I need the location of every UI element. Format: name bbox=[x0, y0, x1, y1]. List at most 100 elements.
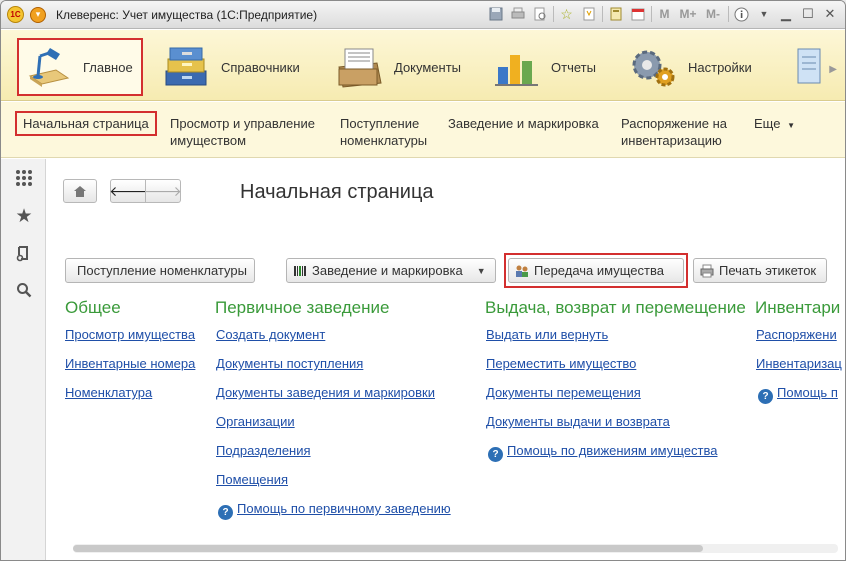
print-icon[interactable] bbox=[509, 6, 526, 23]
window-title: Клеверенс: Учет имущества (1С:Предприяти… bbox=[56, 7, 318, 22]
help-link-label: Помощь п bbox=[777, 385, 838, 400]
link-movement-documents[interactable]: Документы перемещения bbox=[486, 385, 641, 400]
tools-panel: ★ bbox=[1, 159, 46, 560]
link-issue-or-return[interactable]: Выдать или вернуть bbox=[486, 327, 608, 342]
favorites-star-icon[interactable]: ★ bbox=[13, 205, 35, 227]
favorite-icon[interactable]: ☆ bbox=[558, 6, 575, 23]
registration-marking-button[interactable]: Заведение и маркировка ▼ bbox=[286, 258, 496, 283]
button-label: Поступление номенклатуры bbox=[77, 263, 247, 278]
command-home-page[interactable]: Начальная страница bbox=[15, 111, 157, 136]
arrow-left-icon: 🡐 bbox=[109, 182, 147, 199]
arrow-right-icon: 🡒 bbox=[144, 182, 182, 199]
command-view-manage-property[interactable]: Просмотр и управление имуществом bbox=[170, 115, 315, 149]
folders-icon bbox=[161, 43, 213, 91]
section-documents[interactable]: Документы bbox=[334, 38, 461, 96]
link-organizations[interactable]: Организации bbox=[216, 414, 295, 429]
memory-plus-button[interactable]: M+ bbox=[678, 6, 698, 23]
button-label: Заведение и маркировка bbox=[312, 263, 463, 278]
help-property-movements[interactable]: ? Помощь по движениям имущества bbox=[488, 443, 717, 462]
command-nomenclature-receipt[interactable]: Поступление номенклатуры bbox=[340, 115, 427, 149]
history-icon[interactable] bbox=[13, 242, 35, 264]
help-icon: ? bbox=[488, 447, 503, 462]
link-inventory-numbers[interactable]: Инвентарные номера bbox=[65, 356, 195, 371]
memory-button[interactable]: M bbox=[656, 6, 673, 23]
link-create-document[interactable]: Создать документ bbox=[216, 327, 325, 342]
link-view-property[interactable]: Просмотр имущества bbox=[65, 327, 195, 342]
section-label: Настройки bbox=[688, 59, 752, 75]
group-title-primary-registration: Первичное заведение bbox=[215, 298, 390, 317]
section-label: Отчеты bbox=[551, 59, 596, 75]
maximize-button[interactable]: ☐ bbox=[799, 5, 817, 23]
command-inventory-order[interactable]: Распоряжение на инвентаризацию bbox=[621, 115, 727, 149]
memory-minus-button[interactable]: M- bbox=[703, 6, 723, 23]
home-icon bbox=[74, 185, 86, 197]
command-more-label: Еще bbox=[754, 116, 781, 131]
scrollbar-thumb[interactable] bbox=[73, 545, 703, 552]
all-functions-icon[interactable] bbox=[13, 167, 35, 189]
group-title-issue-return-move: Выдача, возврат и перемещение bbox=[485, 298, 746, 317]
page-title: Начальная страница bbox=[240, 181, 434, 203]
app-window: 1С ▾ Клеверенс: Учет имущества (1С:Предп… bbox=[0, 0, 846, 561]
section-label: Главное bbox=[83, 59, 133, 75]
main-menu-button[interactable]: ▾ bbox=[30, 6, 46, 23]
help-primary-registration[interactable]: ? Помощь по первичному заведению bbox=[218, 501, 451, 520]
command-more[interactable]: Еще ▼ bbox=[754, 115, 795, 134]
link-inventory[interactable]: Инвентаризац bbox=[756, 356, 842, 371]
link-departments[interactable]: Подразделения bbox=[216, 443, 311, 458]
help-icon: ? bbox=[758, 389, 773, 404]
section-settings[interactable]: Настройки bbox=[628, 38, 752, 96]
commands-bar: Начальная страница Просмотр и управление… bbox=[1, 102, 845, 158]
document-scroll-icon bbox=[791, 43, 827, 91]
sections-panel: Главное Справочники Документы Отчеты Нас… bbox=[1, 30, 845, 101]
bookmark-icon[interactable] bbox=[580, 6, 597, 23]
title-bar: 1С ▾ Клеверенс: Учет имущества (1С:Предп… bbox=[1, 1, 845, 29]
help-inventory[interactable]: ? Помощь п bbox=[758, 385, 838, 404]
link-receipt-documents[interactable]: Документы поступления bbox=[216, 356, 363, 371]
section-label: Документы bbox=[394, 59, 462, 75]
close-button[interactable]: ✕ bbox=[821, 5, 839, 23]
users-transfer-icon bbox=[516, 265, 528, 277]
print-labels-button[interactable]: Печать этикеток bbox=[693, 258, 827, 283]
section-reports[interactable]: Отчеты bbox=[491, 38, 596, 96]
link-registration-documents[interactable]: Документы заведения и маркировки bbox=[216, 385, 435, 400]
gears-icon bbox=[628, 43, 680, 91]
link-issue-return-documents[interactable]: Документы выдачи и возврата bbox=[486, 414, 670, 429]
forward-button[interactable]: 🡒 bbox=[144, 179, 182, 203]
main-content: 🡐 🡒 Начальная страница Поступление номен… bbox=[47, 159, 845, 560]
transfer-property-button[interactable]: Передача имущества bbox=[508, 258, 684, 283]
link-move-property[interactable]: Переместить имущество bbox=[486, 356, 636, 371]
chevron-down-icon: ▼ bbox=[476, 265, 486, 276]
button-label: Передача имущества bbox=[534, 263, 664, 278]
barcode-icon bbox=[294, 265, 306, 276]
section-label: Справочники bbox=[221, 59, 300, 75]
group-title-general: Общее bbox=[65, 298, 121, 317]
nomenclature-receipt-button[interactable]: Поступление номенклатуры bbox=[65, 258, 255, 283]
calculator-icon[interactable] bbox=[607, 6, 624, 23]
chevron-down-icon: ▼ bbox=[787, 121, 795, 130]
documents-icon bbox=[334, 43, 386, 91]
help-link-label: Помощь по первичному заведению bbox=[237, 501, 451, 516]
minimize-button[interactable]: ▁ bbox=[777, 5, 795, 23]
horizontal-scrollbar[interactable] bbox=[73, 544, 838, 553]
link-premises[interactable]: Помещения bbox=[216, 472, 288, 487]
save-icon[interactable] bbox=[487, 6, 504, 23]
button-label: Печать этикеток bbox=[719, 263, 817, 278]
link-nomenclature[interactable]: Номенклатура bbox=[65, 385, 152, 400]
link-inventory-order[interactable]: Распоряжени bbox=[756, 327, 837, 342]
app-logo-icon[interactable]: 1С bbox=[7, 6, 24, 23]
dropdown-icon[interactable]: ▼ bbox=[755, 5, 773, 23]
sections-scroll-right-icon[interactable]: ▶ bbox=[829, 64, 837, 75]
section-extra[interactable] bbox=[791, 38, 827, 96]
info-icon[interactable] bbox=[733, 6, 750, 23]
preview-icon[interactable] bbox=[531, 6, 548, 23]
search-icon[interactable] bbox=[13, 279, 35, 301]
back-button[interactable]: 🡐 bbox=[109, 179, 147, 203]
command-registration-marking[interactable]: Заведение и маркировка bbox=[448, 115, 599, 132]
home-button[interactable] bbox=[63, 179, 97, 203]
help-icon: ? bbox=[218, 505, 233, 520]
section-catalogs[interactable]: Справочники bbox=[161, 38, 300, 96]
printer-icon bbox=[700, 264, 714, 277]
home-lamp-icon bbox=[23, 43, 75, 91]
section-main[interactable]: Главное bbox=[17, 38, 143, 96]
calendar-icon[interactable] bbox=[629, 6, 646, 23]
